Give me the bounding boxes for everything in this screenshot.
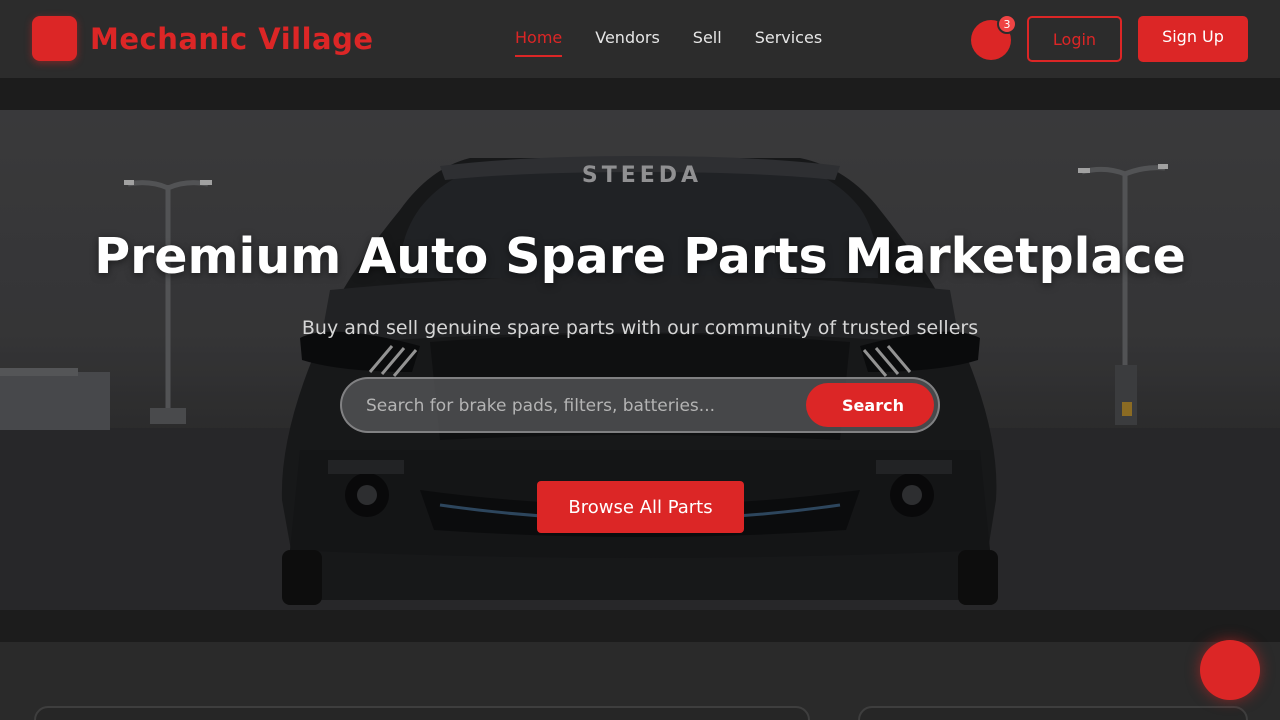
hero-divider-strip — [0, 610, 1280, 642]
hero-search-bar: Search — [340, 377, 940, 433]
hero-dim-overlay — [0, 110, 1280, 610]
brand[interactable]: Mechanic Village — [32, 16, 374, 61]
signup-button[interactable]: Sign Up — [1138, 16, 1248, 62]
cart-button[interactable]: 3 — [971, 14, 1017, 60]
header-divider-strip — [0, 78, 1280, 110]
hero-title: Premium Auto Spare Parts Marketplace — [94, 228, 1186, 285]
nav-item-vendors[interactable]: Vendors — [595, 28, 660, 57]
nav-item-home[interactable]: Home — [515, 28, 563, 57]
hero-subtitle: Buy and sell genuine spare parts with ou… — [301, 317, 979, 339]
wrench-icon — [32, 16, 77, 61]
browse-all-parts-button[interactable]: Browse All Parts — [537, 481, 744, 533]
nav-item-services[interactable]: Services — [755, 28, 822, 57]
brand-name: Mechanic Village — [90, 21, 374, 56]
hero-banner: STEEDA Premium Auto Spare Parts Marketpl… — [0, 110, 1280, 610]
main-nav: Home Vendors Sell Services — [515, 28, 855, 57]
search-button[interactable]: Search — [806, 383, 934, 427]
content-card-right — [858, 706, 1248, 720]
top-navigation-bar: Mechanic Village Home Vendors Sell Servi… — [0, 0, 1280, 78]
content-card-left — [34, 706, 810, 720]
nav-item-sell[interactable]: Sell — [693, 28, 722, 57]
search-button-label: Search — [842, 395, 904, 415]
cart-count-badge: 3 — [997, 14, 1017, 34]
search-input[interactable] — [366, 393, 796, 419]
chat-fab-button[interactable] — [1200, 640, 1260, 700]
login-button[interactable]: Login — [1027, 16, 1122, 62]
